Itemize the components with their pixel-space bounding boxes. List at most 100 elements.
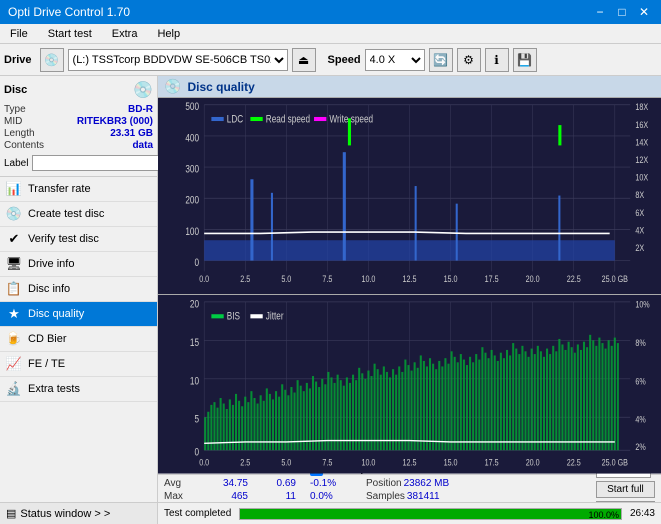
sidebar-item-transfer-rate[interactable]: 📊 Transfer rate [0, 177, 157, 202]
svg-text:BIS: BIS [227, 311, 241, 323]
menu-bar: File Start test Extra Help [0, 24, 661, 44]
samples-value: 381411 [407, 491, 440, 502]
verify-test-disc-icon: ✔ [6, 231, 22, 247]
sidebar-item-verify-test-disc[interactable]: ✔ Verify test disc [0, 227, 157, 252]
sidebar-item-fe-te[interactable]: 📈 FE / TE [0, 352, 157, 377]
toolbar: Drive 💿 (L:) TSSTcorp BDDVDW SE-506CB TS… [0, 44, 661, 76]
start-full-button[interactable]: Start full [596, 481, 655, 498]
menu-start-test[interactable]: Start test [42, 27, 98, 41]
svg-text:10: 10 [190, 376, 200, 388]
menu-file[interactable]: File [4, 27, 34, 41]
disc-panel-title: Disc [4, 84, 27, 96]
max-ldc: 465 [196, 491, 248, 502]
svg-text:15.0: 15.0 [444, 273, 458, 284]
sidebar-item-label-extra-tests: Extra tests [28, 383, 80, 395]
progress-bar: 100.0% [239, 508, 622, 520]
svg-text:20: 20 [190, 299, 200, 311]
sidebar-item-cd-bier[interactable]: 🍺 CD Bier [0, 327, 157, 352]
sidebar-item-disc-quality[interactable]: ★ Disc quality [0, 302, 157, 327]
svg-text:16X: 16X [635, 119, 648, 130]
svg-text:12.5: 12.5 [403, 273, 417, 284]
content-area: 💿 Disc quality [158, 76, 661, 524]
status-window-icon: ▤ [6, 507, 16, 520]
chart2-container: 20 15 10 5 0 10% 8% 6% 4% 2% 0.0 2.5 5.0… [158, 295, 661, 474]
sidebar-item-label-drive-info: Drive info [28, 258, 74, 270]
svg-text:7.5: 7.5 [322, 457, 332, 468]
drive-icon-btn[interactable]: 💿 [40, 48, 64, 72]
disc-quality-title: Disc quality [187, 80, 254, 94]
svg-text:0: 0 [194, 257, 199, 269]
info-button[interactable]: ℹ [485, 48, 509, 72]
disc-mid-label: MID [4, 116, 22, 127]
title-bar: Opti Drive Control 1.70 − □ ✕ [0, 0, 661, 24]
status-window-button[interactable]: ▤ Status window > > [0, 502, 157, 524]
eject-button[interactable]: ⏏ [292, 48, 316, 72]
disc-icon: 💿 [133, 80, 153, 100]
close-button[interactable]: ✕ [635, 3, 653, 21]
stats-bar: LDC BIS Jitter Speed 4.04 X Avg 34.75 0.… [158, 474, 661, 502]
fe-te-icon: 📈 [6, 356, 22, 372]
svg-text:500: 500 [185, 101, 199, 113]
sidebar-item-label-fe-te: FE / TE [28, 358, 65, 370]
disc-length-value: 23.31 GB [110, 128, 153, 139]
save-button[interactable]: 💾 [513, 48, 537, 72]
disc-label-input[interactable] [32, 155, 166, 171]
disc-label-label: Label [4, 158, 28, 169]
svg-text:6%: 6% [635, 376, 646, 387]
bottom-status-bar: Test completed 100.0% 26:43 [158, 502, 661, 524]
svg-text:2X: 2X [635, 242, 644, 253]
disc-contents-label: Contents [4, 140, 44, 151]
avg-bis: 0.69 [250, 478, 296, 489]
sidebar-item-disc-info[interactable]: 📋 Disc info [0, 277, 157, 302]
sidebar-item-drive-info[interactable]: 🖥 Drive info [0, 252, 157, 277]
svg-text:5.0: 5.0 [281, 457, 291, 468]
speed-select-toolbar[interactable]: 4.0 X 2.0 X 8.0 X [365, 49, 425, 71]
cd-bier-icon: 🍺 [6, 331, 22, 347]
svg-text:4X: 4X [635, 224, 644, 235]
svg-text:2.5: 2.5 [240, 273, 250, 284]
svg-text:22.5: 22.5 [567, 273, 581, 284]
maximize-button[interactable]: □ [613, 3, 631, 21]
svg-text:25.0 GB: 25.0 GB [602, 273, 629, 284]
refresh-button[interactable]: 🔄 [429, 48, 453, 72]
svg-text:15.0: 15.0 [444, 457, 458, 468]
disc-length-label: Length [4, 128, 35, 139]
svg-text:100: 100 [185, 226, 199, 238]
charts-area: 500 400 300 200 100 0 18X 16X 14X 12X 10… [158, 98, 661, 474]
max-label: Max [164, 491, 194, 502]
sidebar-item-label-verify-test-disc: Verify test disc [28, 233, 99, 245]
disc-quality-header: 💿 Disc quality [158, 76, 661, 98]
disc-mid-row: MID RITEKBR3 (000) [4, 116, 153, 127]
svg-text:15: 15 [190, 337, 199, 349]
app-title: Opti Drive Control 1.70 [8, 5, 130, 19]
svg-text:300: 300 [185, 163, 199, 175]
svg-text:2%: 2% [635, 442, 646, 453]
avg-label: Avg [164, 478, 194, 489]
svg-text:10.0: 10.0 [361, 273, 375, 284]
svg-text:20.0: 20.0 [526, 273, 540, 284]
chart1-container: 500 400 300 200 100 0 18X 16X 14X 12X 10… [158, 98, 661, 295]
status-text: Test completed [164, 508, 231, 519]
drive-info-icon: 🖥 [6, 256, 22, 272]
disc-quality-icon: ★ [6, 306, 22, 322]
svg-text:8X: 8X [635, 189, 644, 200]
max-jitter: 0.0% [310, 491, 360, 502]
disc-type-value: BD-R [128, 104, 153, 115]
menu-help[interactable]: Help [151, 27, 186, 41]
position-label: Position [366, 478, 402, 489]
svg-text:Write speed: Write speed [329, 113, 373, 125]
create-test-disc-icon: 💿 [6, 206, 22, 222]
progress-bar-fill [240, 509, 621, 519]
sidebar-item-create-test-disc[interactable]: 💿 Create test disc [0, 202, 157, 227]
menu-extra[interactable]: Extra [106, 27, 144, 41]
sidebar-item-extra-tests[interactable]: 🔬 Extra tests [0, 377, 157, 402]
elapsed-time: 26:43 [630, 508, 655, 519]
disc-length-row: Length 23.31 GB [4, 128, 153, 139]
minimize-button[interactable]: − [591, 3, 609, 21]
drive-select[interactable]: (L:) TSSTcorp BDDVDW SE-506CB TS02 [68, 49, 288, 71]
disc-contents-value: data [132, 140, 153, 151]
disc-type-label: Type [4, 104, 26, 115]
sidebar-item-label-transfer-rate: Transfer rate [28, 183, 91, 195]
settings-button[interactable]: ⚙ [457, 48, 481, 72]
nav-items: 📊 Transfer rate 💿 Create test disc ✔ Ver… [0, 177, 157, 502]
